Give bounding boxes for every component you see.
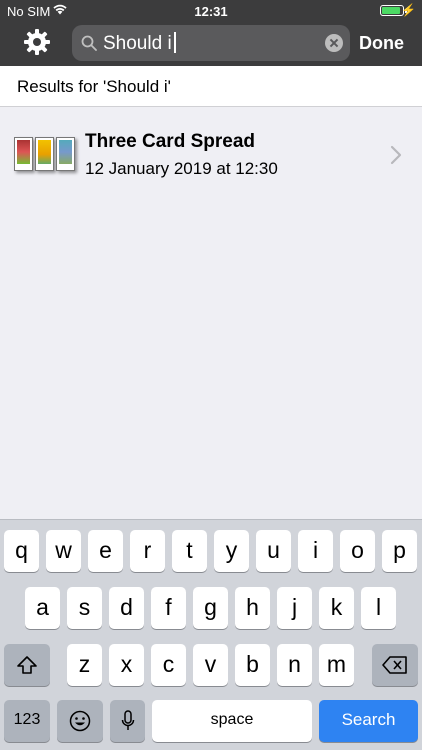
key-x[interactable]: x — [109, 644, 144, 686]
key-b[interactable]: b — [235, 644, 270, 686]
key-s[interactable]: s — [67, 587, 102, 629]
search-input[interactable]: Should i — [103, 32, 176, 55]
key-e[interactable]: e — [88, 530, 123, 572]
key-z[interactable]: z — [67, 644, 102, 686]
clear-icon[interactable] — [325, 34, 343, 52]
key-g[interactable]: g — [193, 587, 228, 629]
emoji-key[interactable] — [57, 700, 103, 742]
charging-icon: ⚡ — [401, 3, 416, 17]
list-item[interactable]: Three Card Spread 12 January 2019 at 12:… — [0, 107, 422, 202]
key-l[interactable]: l — [361, 587, 396, 629]
key-k[interactable]: k — [319, 587, 354, 629]
key-h[interactable]: h — [235, 587, 270, 629]
key-v[interactable]: v — [193, 644, 228, 686]
key-f[interactable]: f — [151, 587, 186, 629]
key-o[interactable]: o — [340, 530, 375, 572]
space-key[interactable]: space — [152, 700, 312, 742]
key-w[interactable]: w — [46, 530, 81, 572]
key-y[interactable]: y — [214, 530, 249, 572]
delete-key[interactable] — [372, 644, 418, 686]
chevron-right-icon — [390, 145, 402, 165]
text-caret — [173, 32, 176, 53]
keyboard: q w e r t y u i o p a s d f g h j k l z … — [0, 519, 422, 750]
results-label: Results for 'Should i' — [17, 77, 171, 96]
results-header: Results for 'Should i' — [0, 66, 422, 107]
key-t[interactable]: t — [172, 530, 207, 572]
key-c[interactable]: c — [151, 644, 186, 686]
microphone-icon — [121, 710, 134, 730]
key-p[interactable]: p — [382, 530, 417, 572]
key-a[interactable]: a — [25, 587, 60, 629]
key-d[interactable]: d — [109, 587, 144, 629]
gear-icon[interactable] — [24, 29, 50, 55]
tarot-cards-icon — [14, 137, 76, 177]
shift-key[interactable] — [4, 644, 50, 686]
key-m[interactable]: m — [319, 644, 354, 686]
numbers-key[interactable]: 123 — [4, 700, 50, 742]
battery-level — [382, 7, 400, 14]
key-i[interactable]: i — [298, 530, 333, 572]
emoji-icon — [69, 710, 91, 732]
nav-bar: No SIM 12:31 ⚡ Should i Done — [0, 0, 422, 66]
item-title: Three Card Spread — [85, 131, 255, 152]
key-n[interactable]: n — [277, 644, 312, 686]
search-key[interactable]: Search — [319, 700, 418, 742]
key-j[interactable]: j — [277, 587, 312, 629]
key-u[interactable]: u — [256, 530, 291, 572]
key-q[interactable]: q — [4, 530, 39, 572]
done-button[interactable]: Done — [359, 33, 404, 54]
shift-icon — [17, 656, 37, 674]
clock: 12:31 — [194, 4, 228, 19]
status-bar: No SIM 12:31 ⚡ — [0, 0, 422, 22]
dictation-key[interactable] — [110, 700, 145, 742]
search-icon — [81, 35, 97, 51]
search-field[interactable]: Should i — [72, 25, 350, 61]
item-date: 12 January 2019 at 12:30 — [85, 159, 278, 178]
key-r[interactable]: r — [130, 530, 165, 572]
backspace-icon — [382, 656, 407, 674]
